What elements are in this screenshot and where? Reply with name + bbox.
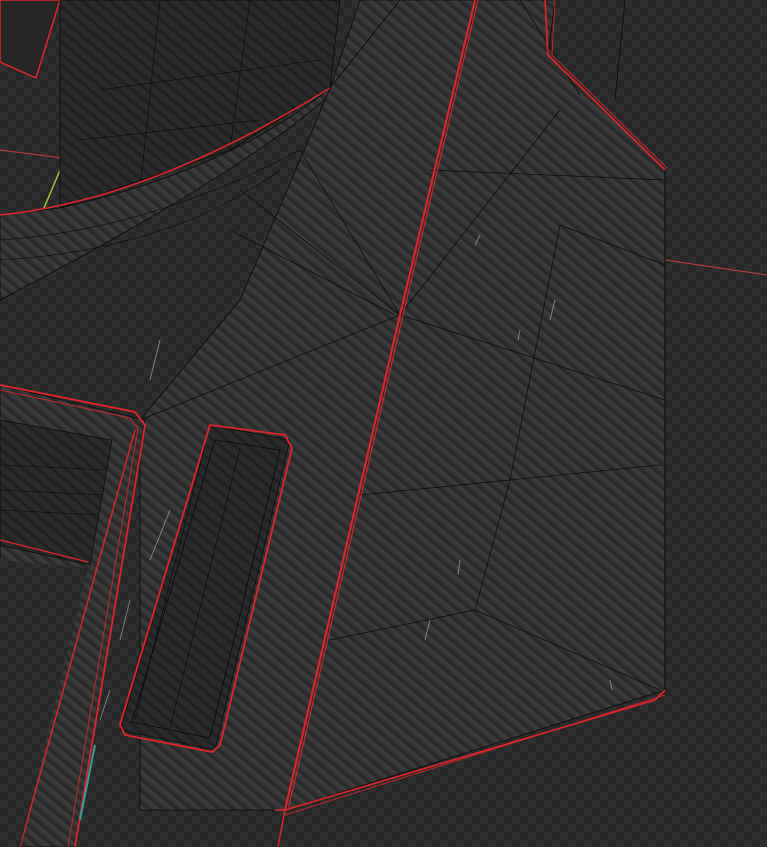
3d-viewport[interactable] [0,0,767,847]
